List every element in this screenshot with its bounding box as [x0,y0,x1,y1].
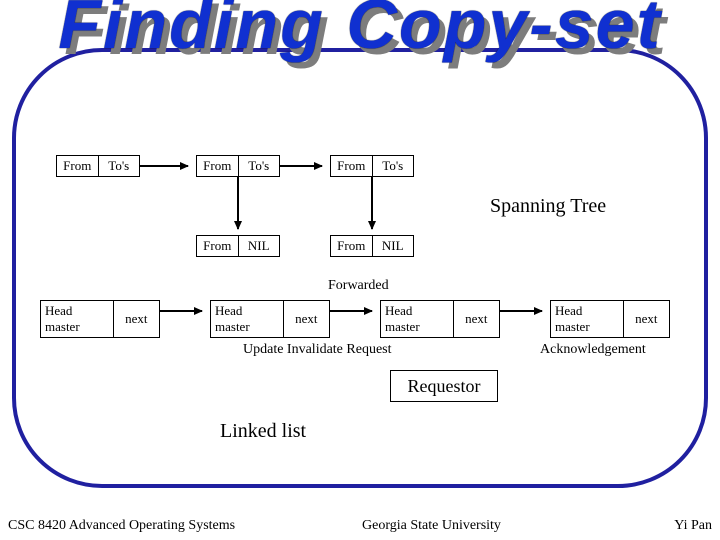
forwarded-label: Forwarded [328,278,389,294]
cell-from: From [197,236,238,256]
footer-center: Georgia State University [362,518,501,534]
list-node-4: Head master next [550,300,670,338]
cell-from: From [197,156,238,176]
slide-frame [12,48,708,488]
tree-node-1: From To's [56,155,140,177]
arrow-down-2 [371,177,373,229]
tree-node-2: From To's [196,155,280,177]
cell-headmaster: Head master [211,301,283,337]
cell-from: From [57,156,98,176]
cell-nil: NIL [372,236,414,256]
cell-tos: To's [238,156,280,176]
cell-headmaster: Head master [381,301,453,337]
footer-left: CSC 8420 Advanced Operating Systems [8,518,235,534]
cell-next: next [623,301,669,337]
cell-nil: NIL [238,236,280,256]
cell-next: next [453,301,499,337]
cell-headmaster: Head master [551,301,623,337]
tree-node-5: From NIL [330,235,414,257]
list-node-3: Head master next [380,300,500,338]
cell-tos: To's [372,156,414,176]
requestor-text: Requestor [391,376,497,397]
cell-next: next [113,301,159,337]
list-arrow-3 [500,310,542,312]
list-arrow-2 [330,310,372,312]
tree-node-4: From NIL [196,235,280,257]
list-node-2: Head master next [210,300,330,338]
requestor-box: Requestor [390,370,498,402]
cell-headmaster: Head master [41,301,113,337]
cell-tos: To's [98,156,140,176]
list-arrow-1 [160,310,202,312]
tree-node-3: From To's [330,155,414,177]
linked-list-caption: Linked list [220,420,306,443]
ack-label: Acknowledgement [540,342,646,358]
cell-from: From [331,156,372,176]
list-node-1: Head master next [40,300,160,338]
update-label: Update Invalidate Request [243,342,392,358]
arrow-right-1 [140,165,188,167]
arrow-right-2 [280,165,322,167]
footer-right: Yi Pan [674,518,712,534]
cell-from: From [331,236,372,256]
arrow-down-1 [237,177,239,229]
spanning-tree-label: Spanning Tree [490,195,606,218]
cell-next: next [283,301,329,337]
